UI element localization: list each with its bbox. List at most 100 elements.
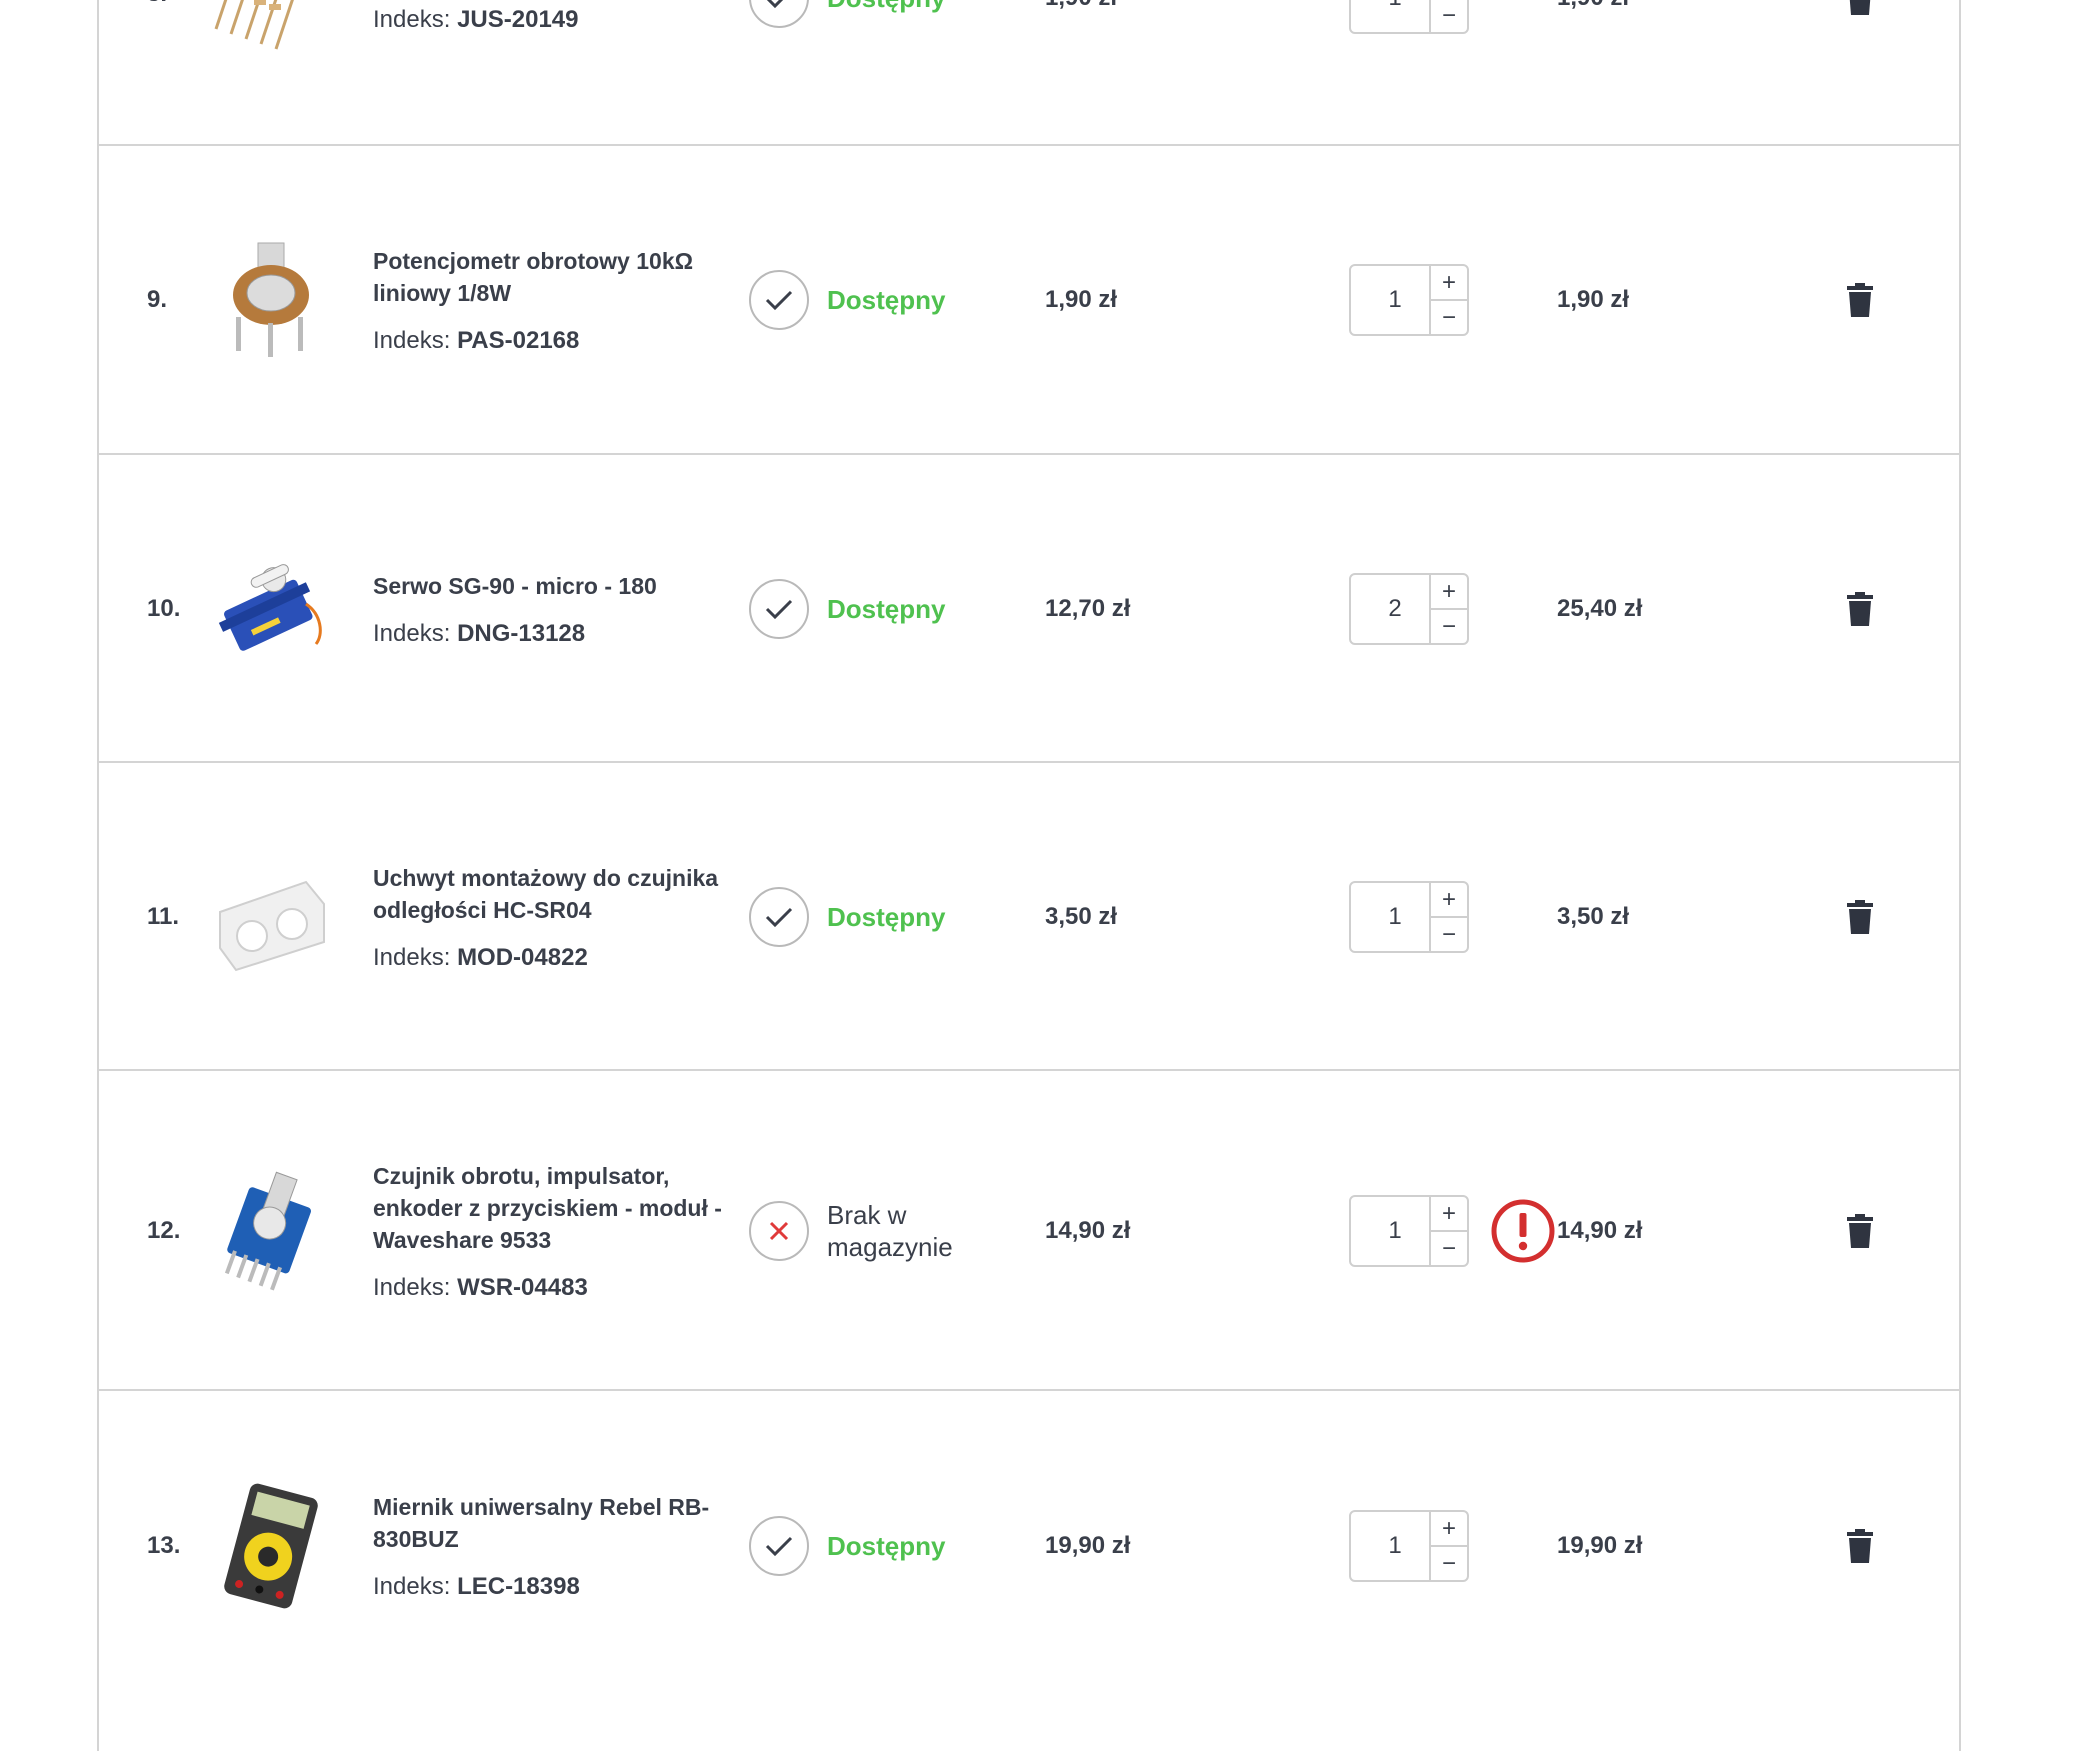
encoder-module-image	[224, 1171, 311, 1291]
trash-icon[interactable]	[1845, 283, 1875, 317]
unit-price: 3,50 zł	[1045, 903, 1118, 930]
product-thumbnail[interactable]	[202, 540, 340, 678]
quantity-stepper[interactable]: 1 + −	[1349, 0, 1469, 34]
product-thumbnail[interactable]	[202, 0, 340, 63]
quantity-buttons: + −	[1429, 266, 1467, 334]
product-name[interactable]: Uchwyt montażowy do czujnika odległości …	[373, 862, 733, 926]
table-row: 9. Potencjometr obrotowy 10kΩ liniowy 1/…	[99, 146, 1959, 455]
servo-image	[218, 564, 322, 651]
line-total: 1,90 zł	[1557, 0, 1629, 12]
product-thumbnail[interactable]	[202, 1162, 340, 1300]
unit-price: 12,70 zł	[1045, 595, 1131, 622]
quantity-input[interactable]: 1	[1351, 883, 1429, 951]
increase-quantity-button[interactable]: +	[1431, 1197, 1467, 1232]
trash-icon[interactable]	[1845, 0, 1875, 15]
warning-icon	[1491, 1199, 1555, 1263]
line-total: 1,90 zł	[1557, 286, 1630, 313]
product-thumbnail[interactable]	[202, 848, 340, 986]
quantity-input[interactable]: 1	[1351, 1197, 1429, 1265]
quantity-input[interactable]: 1	[1351, 266, 1429, 334]
quantity-buttons: + −	[1429, 1512, 1467, 1580]
decrease-quantity-button[interactable]: −	[1431, 1232, 1467, 1265]
table-row: 13. Miernik uniwersalny Rebel RB-830BUZ …	[99, 1391, 1959, 1751]
product-info: Potencjometr obrotowy 10kΩ liniowy 1/8W …	[373, 245, 733, 355]
quantity-buttons: + −	[1429, 575, 1467, 643]
increase-quantity-button[interactable]: +	[1431, 1512, 1467, 1547]
decrease-quantity-button[interactable]: −	[1431, 0, 1467, 32]
product-name[interactable]: Potencjometr obrotowy 10kΩ liniowy 1/8W	[373, 245, 733, 309]
sensor-mount-image	[219, 880, 325, 972]
product-name[interactable]: Serwo SG-90 - micro - 180	[373, 570, 733, 602]
table-row: 10. Serwo SG-90 - micro - 180 Indeks: DN…	[99, 455, 1959, 763]
product-sku: Indeks: LEC-18398	[373, 1573, 733, 1601]
sku-value: JUS-20149	[457, 6, 579, 33]
product-thumbnail[interactable]	[202, 1477, 340, 1615]
product-thumbnail[interactable]	[202, 231, 340, 369]
quantity-buttons: + −	[1429, 0, 1467, 32]
table-row: 11. Uchwyt montażowy do czujnika odległo…	[99, 763, 1959, 1071]
row-number: 12.	[147, 1217, 181, 1244]
table-row: 8. Indeks: JU	[99, 0, 1959, 146]
product-info: Uchwyt montażowy do czujnika odległości …	[373, 862, 733, 972]
sku-label: Indeks:	[373, 6, 451, 33]
sku-value: LEC-18398	[457, 1573, 580, 1600]
line-total: 14,90 zł	[1557, 1217, 1643, 1244]
increase-quantity-button[interactable]: +	[1431, 883, 1467, 918]
quantity-buttons: + −	[1429, 1197, 1467, 1265]
status-text: Dostępny	[827, 285, 946, 315]
table-row: 12. Czujnik obrotu, impulsator, enkoder …	[99, 1071, 1959, 1391]
product-sku: Indeks: JUS-20149	[373, 6, 733, 34]
availability-status: Brak w magazynie	[749, 1199, 977, 1263]
sku-value: WSR-04483	[457, 1274, 588, 1301]
quantity-input[interactable]: 1	[1351, 1512, 1429, 1580]
cart-table: 8. Indeks: JU	[97, 0, 1961, 1751]
availability-status: Dostępny	[749, 0, 945, 28]
status-text: Dostępny	[827, 1531, 946, 1561]
trash-icon[interactable]	[1845, 900, 1875, 934]
quantity-stepper[interactable]: 1 + −	[1349, 881, 1469, 953]
product-info: Indeks: JUS-20149	[373, 6, 733, 34]
availability-status: Dostępny	[749, 579, 945, 639]
product-sku: Indeks: DNG-13128	[373, 620, 733, 648]
status-text: Dostępny	[827, 0, 945, 14]
quantity-input[interactable]: 2	[1351, 575, 1429, 643]
row-number: 11.	[147, 903, 180, 930]
decrease-quantity-button[interactable]: −	[1431, 301, 1467, 334]
product-sku: Indeks: MOD-04822	[373, 944, 733, 972]
trash-icon[interactable]	[1845, 1214, 1875, 1248]
status-text: Dostępny	[827, 902, 946, 932]
quantity-stepper[interactable]: 1 + −	[1349, 1510, 1469, 1582]
status-text: Brak w magazynie	[827, 1200, 953, 1262]
line-total: 19,90 zł	[1557, 1532, 1643, 1559]
unit-price: 1,90 zł	[1045, 286, 1118, 313]
trash-icon[interactable]	[1845, 592, 1875, 626]
row-number: 13.	[147, 1532, 181, 1559]
sku-label: Indeks:	[373, 944, 451, 971]
line-total: 3,50 zł	[1557, 903, 1630, 930]
quantity-stepper[interactable]: 1 + −	[1349, 264, 1469, 336]
multimeter-image	[224, 1483, 318, 1609]
line-total: 25,40 zł	[1557, 595, 1643, 622]
increase-quantity-button[interactable]: +	[1431, 266, 1467, 301]
decrease-quantity-button[interactable]: −	[1431, 918, 1467, 951]
quantity-buttons: + −	[1429, 883, 1467, 951]
check-icon	[749, 0, 809, 28]
trash-icon[interactable]	[1845, 1529, 1875, 1563]
increase-quantity-button[interactable]: +	[1431, 575, 1467, 610]
product-name[interactable]: Miernik uniwersalny Rebel RB-830BUZ	[373, 1491, 733, 1555]
product-name[interactable]: Czujnik obrotu, impulsator, enkoder z pr…	[373, 1160, 733, 1256]
status-text: Dostępny	[827, 594, 946, 624]
quantity-stepper[interactable]: 2 + −	[1349, 573, 1469, 645]
check-icon	[749, 579, 809, 639]
decrease-quantity-button[interactable]: −	[1431, 1547, 1467, 1580]
availability-status: Dostępny	[749, 270, 945, 330]
product-info: Miernik uniwersalny Rebel RB-830BUZ Inde…	[373, 1491, 733, 1601]
unit-price: 14,90 zł	[1045, 1217, 1131, 1244]
product-sku: Indeks: PAS-02168	[373, 327, 733, 355]
quantity-input[interactable]: 1	[1351, 0, 1429, 32]
row-number: 8.	[147, 0, 167, 8]
unit-price: 19,90 zł	[1045, 1532, 1131, 1559]
decrease-quantity-button[interactable]: −	[1431, 610, 1467, 643]
product-sku: Indeks: WSR-04483	[373, 1274, 733, 1302]
quantity-stepper[interactable]: 1 + −	[1349, 1195, 1469, 1267]
